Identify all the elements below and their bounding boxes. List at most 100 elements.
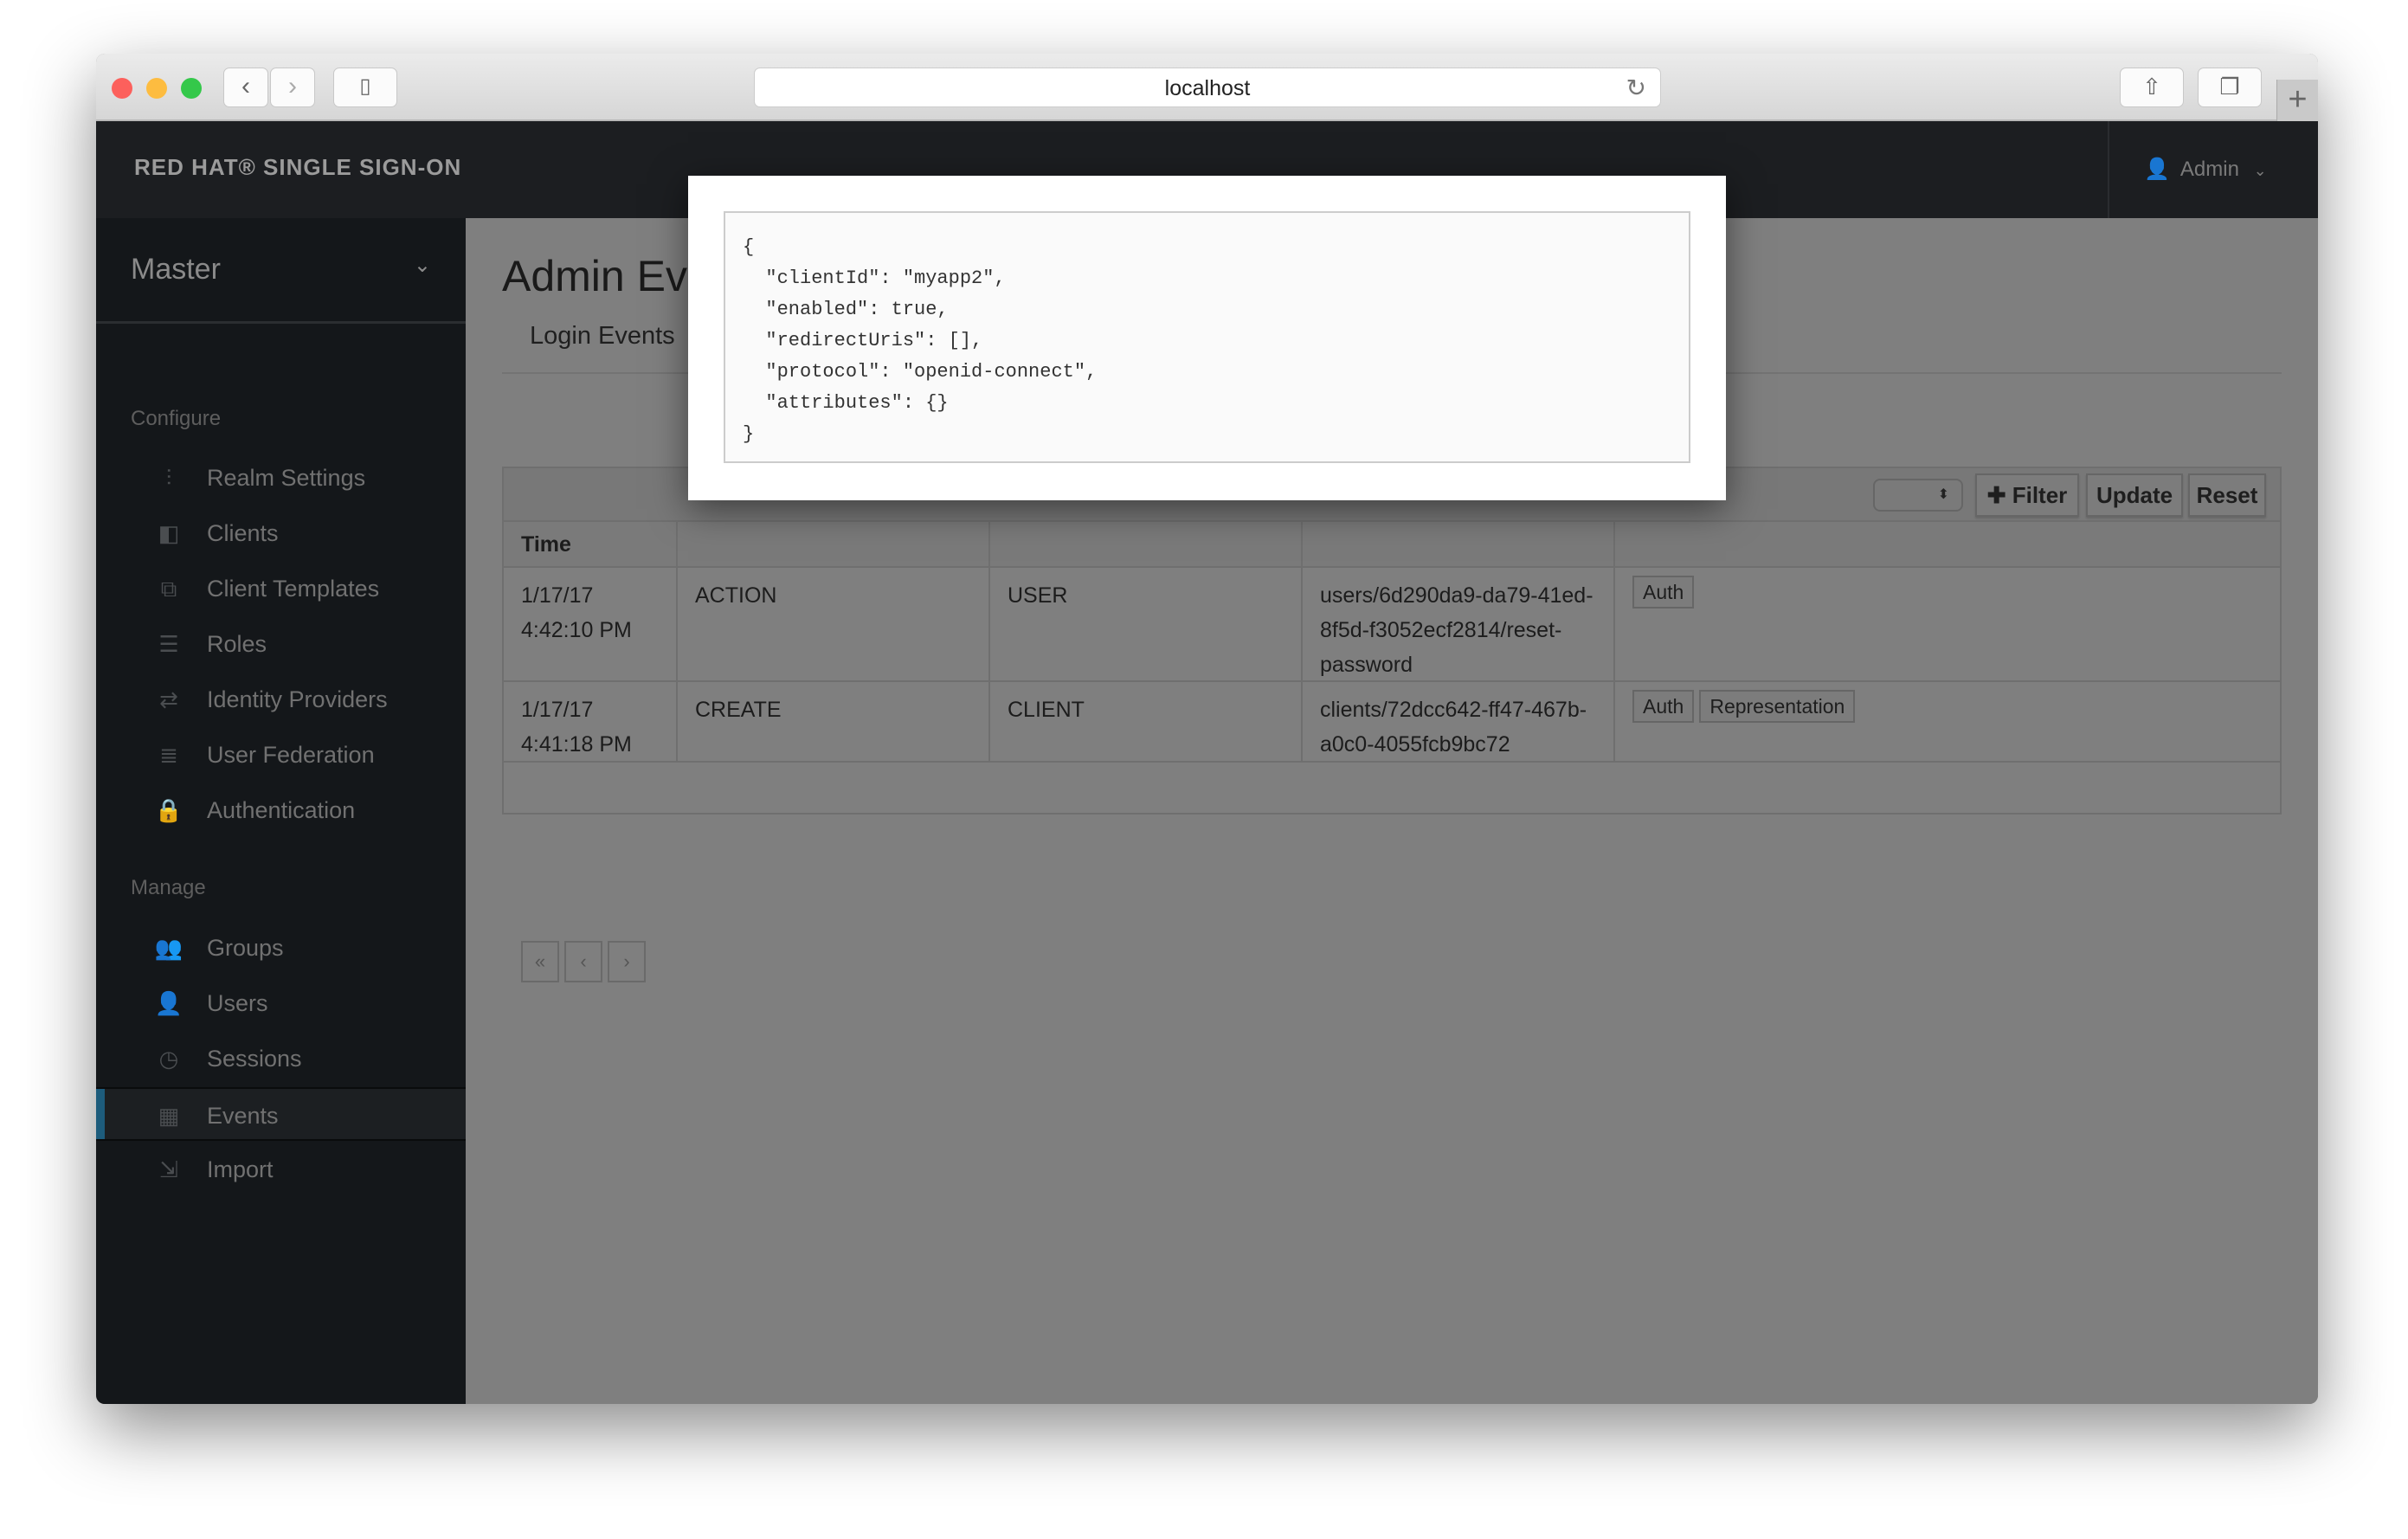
chevron-down-icon: ⌄	[2244, 162, 2267, 179]
table-cell: USER	[990, 568, 1303, 680]
sidebar-icon: ▯	[359, 74, 371, 98]
browser-window: ‹ › ▯ localhost ↻ ⇧ ❐ + RED HAT® SINGLE S…	[96, 54, 2318, 1404]
sidebar-item-sessions[interactable]: ◷ Sessions	[96, 1032, 466, 1085]
section-configure: Configure	[131, 407, 222, 430]
column-header	[1303, 522, 1615, 566]
users-icon: 👥	[154, 935, 183, 961]
table-cell: CREATE	[678, 682, 990, 761]
user-menu[interactable]: 👤 Admin ⌄	[2108, 121, 2318, 218]
browser-titlebar: ‹ › ▯ localhost ↻ ⇧ ❐ +	[96, 54, 2318, 121]
table-cell: 1/17/17 4:41:18 PM	[504, 682, 678, 761]
tabs-button[interactable]: ❐	[2198, 68, 2262, 107]
list-icon: ☰	[158, 631, 179, 657]
prev-page-button[interactable]: ‹	[564, 941, 602, 982]
resource-type: USER	[1008, 583, 1068, 608]
user-icon: 👤	[2144, 158, 2170, 181]
sidebar-item-label: User Federation	[207, 742, 375, 768]
close-window-button[interactable]	[112, 78, 132, 99]
tab-login-events[interactable]: Login Events	[530, 322, 675, 351]
chevron-right-icon: ›	[288, 72, 297, 100]
sidebar-item-label: Sessions	[207, 1046, 302, 1072]
column-header	[990, 522, 1303, 566]
table-cell: CLIENT	[990, 682, 1303, 761]
sidebar-item-groups[interactable]: 👥 Groups	[96, 921, 466, 975]
user-icon: 👤	[154, 990, 183, 1016]
sidebar-item-authentication[interactable]: 🔒 Authentication	[96, 783, 466, 837]
table-cell: Auth	[1615, 568, 2283, 680]
table-cell: 1/17/17 4:42:10 PM	[504, 568, 678, 680]
lock-icon: 🔒	[154, 797, 183, 823]
representation-button[interactable]: Representation	[1699, 690, 1856, 723]
section-manage: Manage	[131, 876, 206, 899]
sidebar-toggle-button[interactable]: ▯	[333, 68, 397, 107]
back-button[interactable]: ‹	[223, 68, 268, 107]
table-cell: clients/72dcc642-ff47-467b-a0c0-4055fcb9…	[1303, 682, 1615, 761]
resource-path: clients/72dcc642-ff47-467b-a0c0-4055fcb9…	[1320, 698, 1587, 757]
select-arrows-icon: ⬍	[1937, 487, 1949, 502]
sidebar-item-label: Roles	[207, 631, 267, 657]
table-row: 1/17/17 4:41:18 PM CREATE CLIENT clients/72d…	[504, 682, 2280, 763]
table-cell: ACTION	[678, 568, 990, 680]
share-icon: ⇧	[2142, 74, 2161, 100]
sliders-icon: ⫶	[165, 465, 172, 491]
sidebar-item-user-federation[interactable]: ≣ User Federation	[96, 728, 466, 782]
database-icon: ≣	[159, 742, 178, 768]
realm-name: Master	[131, 253, 221, 286]
cube-icon: ◧	[158, 520, 180, 546]
first-page-button[interactable]: «	[521, 941, 559, 982]
time-clock: 4:42:10 PM	[521, 618, 632, 642]
sidebar-item-roles[interactable]: ☰ Roles	[96, 617, 466, 671]
calendar-icon: ▦	[158, 1103, 180, 1129]
realm-selector[interactable]: Master ⌄	[96, 218, 466, 324]
sidebar-item-label: Events	[207, 1103, 279, 1129]
forward-button[interactable]: ›	[270, 68, 315, 107]
tabs-icon: ❐	[2219, 74, 2240, 100]
share-button[interactable]: ⇧	[2120, 68, 2184, 107]
representation-modal: { "clientId": "myapp2", "enabled": true,…	[688, 176, 1726, 500]
column-header-time[interactable]: Time	[504, 522, 678, 566]
user-name: Admin	[2179, 158, 2239, 181]
sidebar-item-label: Groups	[207, 935, 284, 961]
reload-icon[interactable]: ↻	[1626, 68, 1646, 108]
new-tab-button[interactable]: +	[2276, 80, 2318, 121]
sidebar-item-import[interactable]: ⇲ Import	[96, 1143, 466, 1196]
operation-type: CREATE	[695, 698, 782, 722]
plus-icon: +	[2288, 81, 2308, 118]
sidebar-item-clients[interactable]: ◧ Clients	[96, 506, 466, 560]
operation-type: ACTION	[695, 583, 777, 608]
next-page-button[interactable]: ›	[608, 941, 646, 982]
time-clock: 4:41:18 PM	[521, 732, 632, 757]
sidebar-item-users[interactable]: 👤 Users	[96, 976, 466, 1030]
brand-logo: RED HAT® SINGLE SIGN-ON	[134, 154, 462, 180]
sidebar-item-label: Users	[207, 990, 268, 1016]
table-cell: Auth Representation	[1615, 682, 2283, 761]
time-date: 1/17/17	[521, 698, 594, 722]
filter-button[interactable]: ✚ Filter	[1975, 473, 2079, 517]
sidebar-item-label: Client Templates	[207, 576, 380, 602]
time-date: 1/17/17	[521, 583, 594, 608]
table-cell: users/6d290da9-da79-41ed-8f5d-f3052ecf28…	[1303, 568, 1615, 680]
exchange-icon: ⇄	[159, 686, 178, 712]
minimize-window-button[interactable]	[146, 78, 167, 99]
auth-button[interactable]: Auth	[1632, 576, 1695, 609]
auth-button[interactable]: Auth	[1632, 690, 1695, 723]
chevron-left-icon: ‹	[241, 72, 250, 100]
chevron-down-icon: ⌄	[413, 254, 431, 277]
sidebar-item-label: Authentication	[207, 797, 356, 823]
clock-icon: ◷	[158, 1046, 179, 1072]
reset-button[interactable]: Reset	[2188, 473, 2266, 517]
sidebar-item-identity-providers[interactable]: ⇄ Identity Providers	[96, 673, 466, 726]
sidebar-item-realm-settings[interactable]: ⫶ Realm Settings	[96, 451, 466, 505]
filter-label: Filter	[2012, 482, 2068, 508]
sidebar-item-events[interactable]: ▦ Events	[96, 1087, 466, 1141]
address-bar[interactable]: localhost ↻	[754, 68, 1661, 107]
update-button[interactable]: Update	[2086, 473, 2183, 517]
sidebar-item-label: Realm Settings	[207, 465, 366, 491]
events-table: ⬍ ✚ Filter Update Reset Time 1/17/17 4:42…	[502, 467, 2282, 982]
table-row: 1/17/17 4:42:10 PM ACTION USER users/6d290da…	[504, 568, 2280, 682]
import-icon: ⇲	[159, 1156, 178, 1182]
sidebar-item-client-templates[interactable]: ⧉ Client Templates	[96, 562, 466, 615]
zoom-window-button[interactable]	[181, 78, 202, 99]
sidebar-item-label: Identity Providers	[207, 686, 388, 712]
page-size-select[interactable]: ⬍	[1873, 479, 1963, 512]
